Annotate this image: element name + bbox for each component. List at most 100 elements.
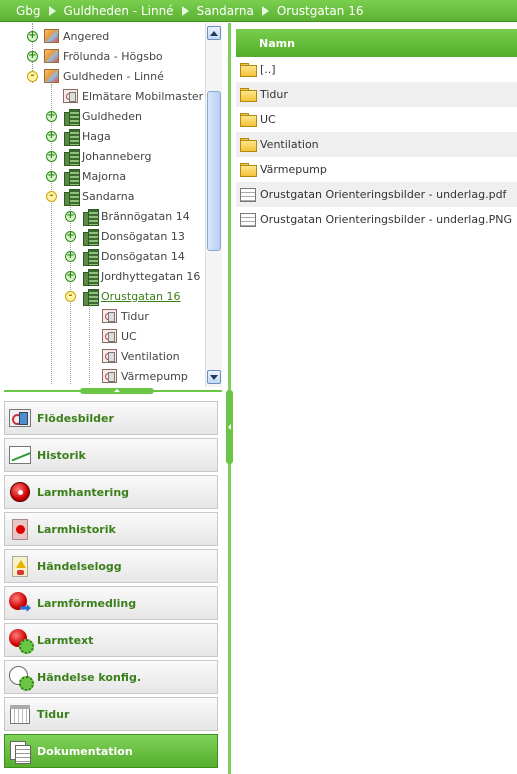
menu-item-larmhistorik[interactable]: Larmhistorik bbox=[4, 512, 218, 546]
tree-node-label: Sandarna bbox=[82, 189, 135, 203]
folder-icon bbox=[240, 162, 257, 177]
tree-node-uc[interactable]: UC bbox=[102, 326, 137, 346]
menu-item-handelselogg[interactable]: Händelselogg bbox=[4, 549, 218, 583]
tree-node-label: Tidur bbox=[121, 309, 149, 323]
expand-icon[interactable]: + bbox=[65, 250, 76, 262]
folder-icon bbox=[240, 137, 257, 152]
collapse-up-handle[interactable] bbox=[80, 388, 154, 394]
tree-node-label: Frölunda - Högsbo bbox=[63, 49, 163, 63]
breadcrumb-item-orustgatan-16[interactable]: Orustgatan 16 bbox=[277, 4, 364, 18]
tree-node-brannogatan-14[interactable]: + Brännögatan 14 bbox=[65, 206, 190, 226]
menu-item-label: Larmhantering bbox=[37, 485, 130, 499]
expand-icon[interactable]: + bbox=[46, 130, 57, 142]
folder-icon bbox=[240, 112, 257, 127]
tree-node-label-selected: Orustgatan 16 bbox=[101, 289, 181, 303]
menu-item-label: Händelse konfig. bbox=[37, 670, 142, 684]
tree-node-label: Ventilation bbox=[121, 349, 180, 363]
tree-node-sandarna[interactable]: - Sandarna bbox=[46, 186, 134, 206]
file-row-pdf[interactable]: Orustgatan Orienteringsbilder - underlag… bbox=[236, 182, 517, 207]
flow-icon bbox=[102, 309, 117, 324]
collapse-icon[interactable]: - bbox=[65, 290, 76, 302]
history-chart-icon bbox=[8, 443, 32, 467]
menu-item-larmhantering[interactable]: Larmhantering bbox=[4, 475, 218, 509]
vertical-splitter[interactable] bbox=[224, 23, 234, 774]
tree-node-varmepump[interactable]: Värmepump bbox=[102, 366, 188, 386]
menu-item-label: Flödesbilder bbox=[37, 411, 114, 425]
menu-item-larmtext[interactable]: Larmtext bbox=[4, 623, 218, 657]
menu-item-historik[interactable]: Historik bbox=[4, 438, 218, 472]
tree-node-ventilation[interactable]: Ventilation bbox=[102, 346, 180, 366]
tree-node-jordhyttegatan-16[interactable]: + Jordhyttegatan 16 bbox=[65, 266, 200, 286]
file-row-ventilation[interactable]: Ventilation bbox=[236, 132, 517, 157]
horizontal-splitter[interactable] bbox=[4, 388, 222, 394]
calendar-icon bbox=[8, 702, 32, 726]
building-icon bbox=[63, 148, 80, 166]
chevron-up-icon bbox=[210, 30, 218, 36]
menu-item-larmformedling[interactable]: Larmförmedling bbox=[4, 586, 218, 620]
building-icon bbox=[63, 168, 80, 186]
map-icon bbox=[44, 49, 59, 64]
tree-connector bbox=[89, 304, 90, 384]
file-row-parent[interactable]: [..] bbox=[236, 57, 517, 82]
expand-icon[interactable]: + bbox=[46, 110, 57, 122]
tree-node-donsogatan-14[interactable]: + Donsögatan 14 bbox=[65, 246, 185, 266]
scroll-up-button[interactable] bbox=[207, 26, 221, 40]
collapse-left-handle[interactable] bbox=[226, 390, 233, 464]
expand-icon[interactable]: + bbox=[46, 170, 57, 182]
file-name: [..] bbox=[260, 63, 276, 76]
building-icon bbox=[63, 128, 80, 146]
chevron-down-icon bbox=[210, 374, 218, 380]
tree-scrollbar[interactable] bbox=[205, 23, 222, 387]
breadcrumb-item-guldheden-linne[interactable]: Guldheden - Linné bbox=[64, 4, 174, 18]
expand-icon[interactable]: + bbox=[27, 30, 38, 42]
tree-node-label: Brännögatan 14 bbox=[101, 209, 190, 223]
folder-icon bbox=[240, 62, 257, 77]
building-icon bbox=[82, 288, 99, 306]
expand-icon[interactable]: + bbox=[65, 210, 76, 222]
menu-item-handelse-konfig[interactable]: Händelse konfig. bbox=[4, 660, 218, 694]
menu-item-tidur[interactable]: Tidur bbox=[4, 697, 218, 731]
breadcrumb-item-sandarna[interactable]: Sandarna bbox=[197, 4, 254, 18]
menu-item-flodesbilder[interactable]: Flödesbilder bbox=[4, 401, 218, 435]
expand-icon[interactable]: + bbox=[46, 150, 57, 162]
tree-node-frolunda-hogsbo[interactable]: + Frölunda - Högsbo bbox=[27, 46, 163, 66]
alarm-history-icon bbox=[8, 517, 32, 541]
tree-node-elmatare-mobilmaster[interactable]: Elmätare Mobilmaster bbox=[63, 86, 203, 106]
building-icon bbox=[82, 208, 99, 226]
tree-node-angered[interactable]: + Angered bbox=[27, 26, 109, 46]
alarm-text-icon bbox=[8, 628, 34, 654]
scroll-down-button[interactable] bbox=[207, 370, 221, 384]
expand-icon[interactable]: + bbox=[65, 270, 76, 282]
scroll-thumb[interactable] bbox=[207, 91, 221, 251]
file-row-png[interactable]: Orustgatan Orienteringsbilder - underlag… bbox=[236, 207, 517, 232]
navigation-tree: + Angered + Frölunda - Högsbo - Guldhede… bbox=[0, 23, 224, 387]
breadcrumb-item-gbg[interactable]: Gbg bbox=[16, 4, 41, 18]
menu-item-label: Larmtext bbox=[37, 633, 94, 647]
collapse-icon[interactable]: - bbox=[27, 70, 38, 82]
file-row-uc[interactable]: UC bbox=[236, 107, 517, 132]
tree-node-label: Johanneberg bbox=[82, 149, 152, 163]
menu-item-dokumentation[interactable]: Dokumentation bbox=[4, 734, 218, 768]
tree-node-guldheden[interactable]: + Guldheden bbox=[46, 106, 142, 126]
tree-node-majorna[interactable]: + Majorna bbox=[46, 166, 126, 186]
collapse-icon[interactable]: - bbox=[46, 190, 57, 202]
tree-node-orustgatan-16[interactable]: - Orustgatan 16 bbox=[65, 286, 180, 306]
map-icon bbox=[44, 69, 59, 84]
expand-icon[interactable]: + bbox=[65, 230, 76, 242]
tree-node-label: Donsögatan 14 bbox=[101, 249, 185, 263]
document-icon bbox=[240, 212, 256, 227]
folder-icon bbox=[240, 87, 257, 102]
file-row-tidur[interactable]: Tidur bbox=[236, 82, 517, 107]
file-row-varmepump[interactable]: Värmepump bbox=[236, 157, 517, 182]
tree-node-haga[interactable]: + Haga bbox=[46, 126, 111, 146]
expand-icon[interactable]: + bbox=[27, 50, 38, 62]
tree-node-tidur[interactable]: Tidur bbox=[102, 306, 149, 326]
tree-node-guldheden-linne[interactable]: - Guldheden - Linné bbox=[27, 66, 164, 86]
building-icon bbox=[82, 268, 99, 286]
tree-node-label: Donsögatan 13 bbox=[101, 229, 185, 243]
file-name: Ventilation bbox=[260, 138, 319, 151]
tree-node-donsogatan-13[interactable]: + Donsögatan 13 bbox=[65, 226, 185, 246]
tree-node-johanneberg[interactable]: + Johanneberg bbox=[46, 146, 151, 166]
column-header-name[interactable]: Namn bbox=[236, 29, 517, 57]
file-list: Namn [..] Tidur UC Ventilation Värmepump… bbox=[236, 29, 517, 774]
